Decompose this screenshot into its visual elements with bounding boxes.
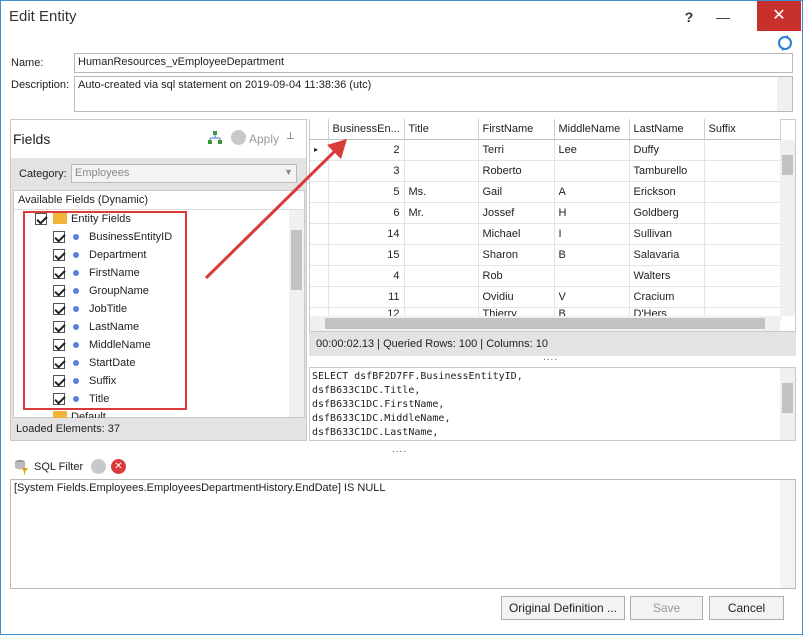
- annotation-arrow: [204, 139, 347, 280]
- edit-entity-window: Edit Entity ? — ✕ Name: HumanResources_v…: [0, 0, 803, 635]
